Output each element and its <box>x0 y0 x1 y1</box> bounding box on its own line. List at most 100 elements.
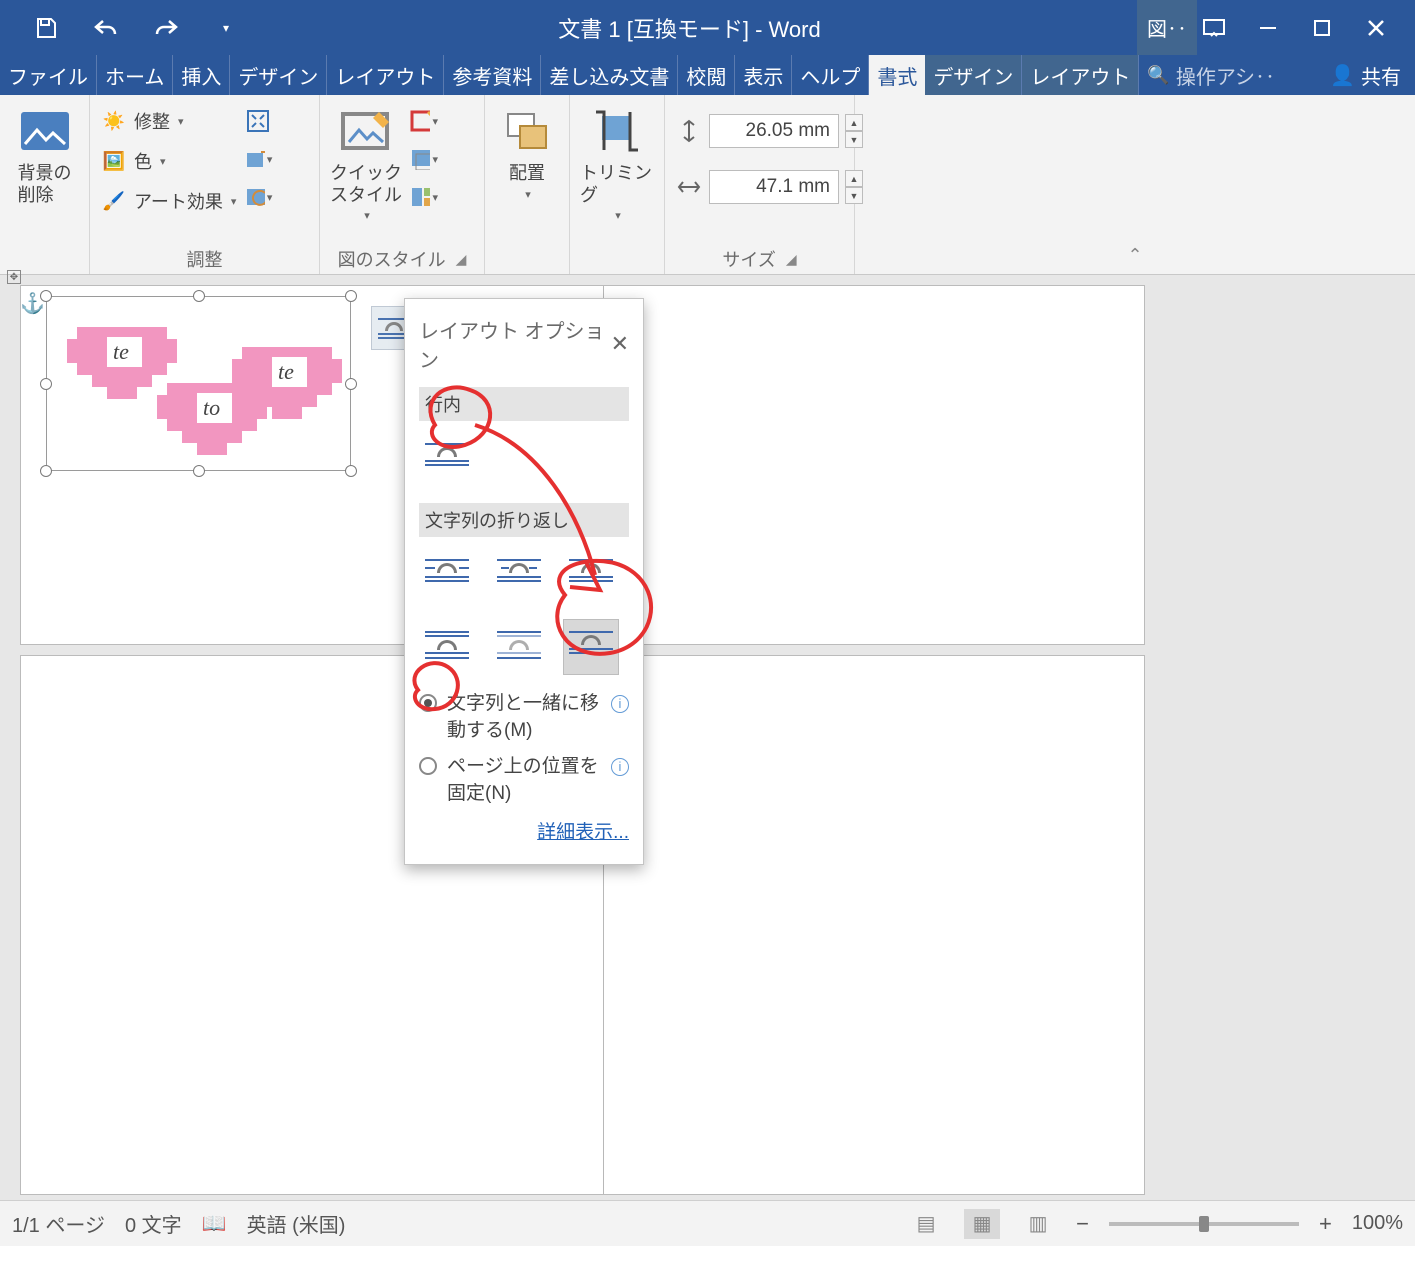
quick-access-toolbar: ▾ <box>0 14 242 42</box>
wrap-tight-option[interactable] <box>491 547 547 603</box>
minimize-icon[interactable] <box>1251 13 1285 43</box>
picture-effects-icon[interactable]: ▾ <box>410 145 438 173</box>
resize-handle[interactable] <box>345 290 357 302</box>
resize-handle[interactable] <box>193 465 205 477</box>
radio-move-with-text[interactable]: 文字列と一緒に移動する(M) i <box>419 691 629 744</box>
section-wrap-label: 文字列の折り返し <box>419 503 629 537</box>
info-icon[interactable]: i <box>611 695 629 713</box>
radio-icon <box>419 694 437 712</box>
collapse-ribbon-icon[interactable]: ⌃ <box>855 95 1415 274</box>
section-inline-label: 行内 <box>419 387 629 421</box>
selected-picture[interactable]: te to te <box>46 296 351 471</box>
tab-references[interactable]: 参考資料 <box>444 55 540 95</box>
ribbon-display-icon[interactable] <box>1197 13 1231 43</box>
tell-me-search[interactable]: 🔍 操作アシ‥ <box>1139 55 1283 95</box>
picture-color-icon: 🖼️ <box>100 147 128 175</box>
radio-move-label: 文字列と一緒に移動する(M) <box>447 691 601 744</box>
arrange-button[interactable]: 配置▾ <box>497 103 557 202</box>
resize-handle[interactable] <box>40 465 52 477</box>
web-layout-icon[interactable]: ▥ <box>1020 1209 1056 1239</box>
corrections-button[interactable]: ☀️修整▾ <box>100 103 236 139</box>
share-button[interactable]: 👤 共有 <box>1316 55 1415 95</box>
group-adjust-label: 調整 <box>90 244 319 274</box>
arrange-label: 配置 <box>509 163 545 185</box>
tab-design[interactable]: デザイン <box>230 55 326 95</box>
compress-pictures-icon[interactable] <box>244 107 272 135</box>
table-move-handle-icon[interactable]: ✥ <box>7 270 21 284</box>
picture-layout-icon[interactable]: ▾ <box>410 183 438 211</box>
language-indicator[interactable]: 英語 (米国) <box>247 1209 346 1238</box>
change-picture-icon[interactable]: ▾ <box>244 145 272 173</box>
resize-handle[interactable] <box>40 378 52 390</box>
size-dialog-launcher-icon[interactable]: ◢ <box>786 251 797 268</box>
artistic-effects-button[interactable]: 🖌️アート効果▾ <box>100 183 236 219</box>
height-field[interactable]: 26.05 mm ▲▼ <box>675 109 863 153</box>
resize-handle[interactable] <box>193 290 205 302</box>
heart-label-2: to <box>203 395 220 421</box>
crop-icon <box>587 103 647 159</box>
width-value[interactable]: 47.1 mm <box>709 170 839 204</box>
save-icon[interactable] <box>30 14 62 42</box>
wrap-square-option[interactable] <box>419 547 475 603</box>
share-label: 共有 <box>1361 61 1401 90</box>
redo-icon[interactable] <box>150 14 182 42</box>
tab-help[interactable]: ヘルプ <box>792 55 868 95</box>
share-icon: 👤 <box>1330 63 1355 88</box>
close-icon[interactable] <box>1359 13 1393 43</box>
word-count[interactable]: 0 文字 <box>125 1209 182 1238</box>
artistic-label: アート効果 <box>134 188 223 214</box>
remove-background-button[interactable]: 背景の 削除 <box>15 103 75 206</box>
reset-picture-icon[interactable]: ▾ <box>244 183 272 211</box>
resize-handle[interactable] <box>40 290 52 302</box>
tab-design-2[interactable]: デザイン <box>925 55 1021 95</box>
wrap-behind-option[interactable] <box>491 619 547 675</box>
quick-styles-button[interactable]: クイック スタイル▾ <box>330 103 402 223</box>
tab-insert[interactable]: 挿入 <box>173 55 229 95</box>
resize-handle[interactable] <box>345 378 357 390</box>
radio-icon <box>419 757 437 775</box>
wrap-infront-option[interactable] <box>563 619 619 675</box>
proofing-icon[interactable]: 📖 <box>202 1211 227 1236</box>
zoom-out-icon[interactable]: − <box>1076 1211 1089 1237</box>
print-layout-icon[interactable]: ▦ <box>964 1209 1000 1239</box>
styles-dialog-launcher-icon[interactable]: ◢ <box>456 251 467 268</box>
radio-fix-position[interactable]: ページ上の位置を固定(N) i <box>419 754 629 807</box>
tab-format[interactable]: 書式 <box>869 55 925 95</box>
quick-styles-label: クイック スタイル <box>330 163 402 206</box>
maximize-icon[interactable] <box>1305 13 1339 43</box>
undo-icon[interactable] <box>90 14 122 42</box>
zoom-slider[interactable] <box>1109 1222 1299 1226</box>
info-icon[interactable]: i <box>611 758 629 776</box>
popup-close-icon[interactable]: ✕ <box>611 331 629 357</box>
sun-icon: ☀️ <box>100 107 128 135</box>
picture-border-icon[interactable]: ▾ <box>410 107 438 135</box>
crop-button[interactable]: トリミング▾ <box>580 103 654 223</box>
tab-view[interactable]: 表示 <box>735 55 791 95</box>
qat-customize-icon[interactable]: ▾ <box>210 14 242 42</box>
wrap-through-option[interactable] <box>563 547 619 603</box>
picture-tools-tab[interactable]: 図‥ <box>1137 0 1197 55</box>
tab-layout-2[interactable]: レイアウト <box>1022 55 1138 95</box>
tab-home[interactable]: ホーム <box>97 55 172 95</box>
tab-review[interactable]: 校閲 <box>678 55 734 95</box>
height-value[interactable]: 26.05 mm <box>709 114 839 148</box>
page-indicator[interactable]: 1/1 ページ <box>12 1209 105 1238</box>
radio-fix-label: ページ上の位置を固定(N) <box>447 754 601 807</box>
group-styles-label: 図のスタイル <box>338 246 446 272</box>
title-bar: ▾ 文書 1 [互換モード] - Word 図‥ <box>0 0 1415 55</box>
tab-file[interactable]: ファイル <box>0 55 96 95</box>
color-button[interactable]: 🖼️色▾ <box>100 143 236 179</box>
zoom-in-icon[interactable]: + <box>1319 1211 1332 1237</box>
popup-title: レイアウト オプション <box>419 315 611 373</box>
wrap-inline-option[interactable] <box>419 431 475 487</box>
read-mode-icon[interactable]: ▤ <box>908 1209 944 1239</box>
wrap-topbottom-option[interactable] <box>419 619 475 675</box>
more-options-link[interactable]: 詳細表示... <box>419 817 629 844</box>
tab-layout[interactable]: レイアウト <box>327 55 443 95</box>
resize-handle[interactable] <box>345 465 357 477</box>
height-icon <box>675 117 703 145</box>
tab-mailings[interactable]: 差し込み文書 <box>541 55 677 95</box>
width-field[interactable]: 47.1 mm ▲▼ <box>675 165 863 209</box>
search-icon: 🔍 <box>1147 65 1169 86</box>
zoom-level[interactable]: 100% <box>1352 1212 1403 1235</box>
